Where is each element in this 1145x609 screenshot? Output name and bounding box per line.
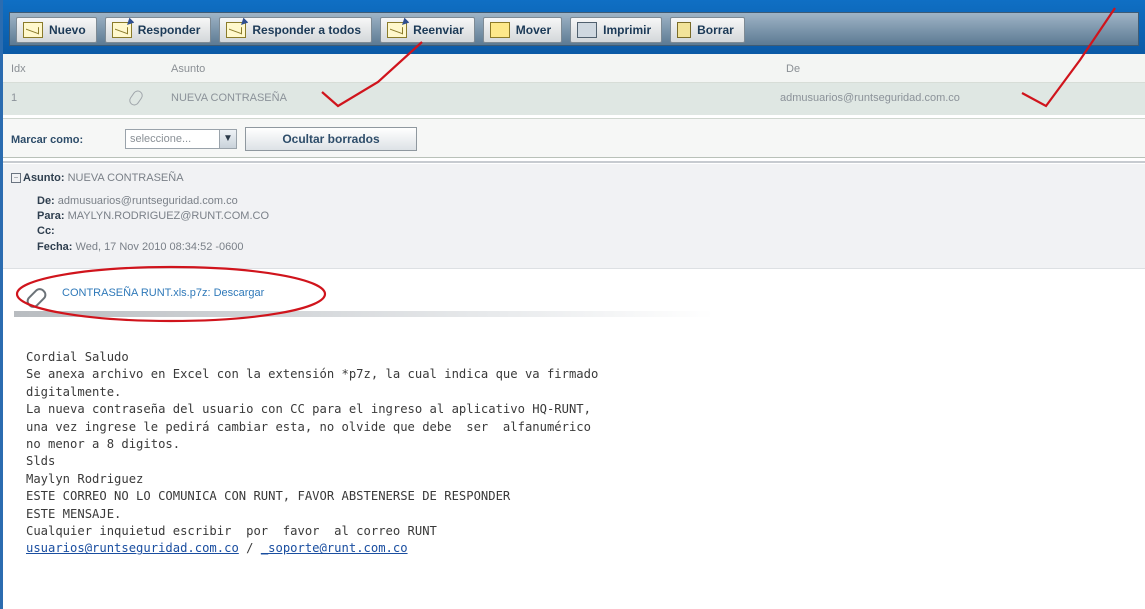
- move-icon: [489, 22, 510, 38]
- to-line: Para: MAYLYN.RODRIGUEZ@RUNT.COM.CO: [37, 210, 270, 222]
- paperclip-icon: [127, 88, 145, 108]
- reply-all-button[interactable]: Responder a todos: [219, 17, 373, 43]
- hide-deleted-button[interactable]: Ocultar borrados: [245, 127, 417, 151]
- from-value: admusuarios@runtseguridad.com.co: [57, 195, 238, 207]
- links-line: usuarios@runtseguridad.com.co / _soporte…: [26, 541, 408, 556]
- body-line: no menor a 8 digitos.: [26, 437, 181, 452]
- print-button[interactable]: Imprimir: [570, 17, 663, 43]
- body-line: Cualquier inquietud escribir por favor a…: [26, 524, 437, 539]
- reply-all-icon: [226, 22, 247, 38]
- collapse-icon[interactable]: −: [11, 173, 21, 184]
- date-line: Fecha: Wed, 17 Nov 2010 08:34:52 -0600: [37, 241, 244, 253]
- delete-button[interactable]: Borrar: [670, 17, 745, 43]
- toolbar: Nuevo Responder Responder a todos Reenvi…: [3, 0, 1145, 54]
- cc-line: Cc:: [37, 225, 55, 237]
- toolbar-buttons: Nuevo Responder Responder a todos Reenvi…: [9, 12, 1139, 46]
- forward-icon: [387, 22, 408, 38]
- message-header: − Asunto: NUEVA CONTRASEÑA De: admusuario…: [3, 164, 1145, 269]
- row-from: admusuarios@runtseguridad.com.co: [780, 92, 960, 104]
- body-line: ESTE CORREO NO LO COMUNICA CON RUNT, FAV…: [26, 489, 511, 504]
- reply-icon: [111, 22, 132, 38]
- body-line: digitalmente.: [26, 384, 122, 399]
- mark-bar: Marcar como: seleccione... ▼ Ocultar bor…: [3, 118, 1145, 158]
- attachment-name[interactable]: CONTRASEÑA RUNT.xls.p7z:: [62, 287, 211, 299]
- mark-as-label: Marcar como:: [11, 134, 84, 146]
- from-line: De: admusuarios@runtseguridad.com.co: [37, 195, 238, 207]
- new-button[interactable]: Nuevo: [16, 17, 97, 43]
- email-link-usuarios[interactable]: usuarios@runtseguridad.com.co: [26, 541, 239, 555]
- download-link[interactable]: Descargar: [214, 287, 265, 299]
- subject-value: NUEVA CONTRASEÑA: [67, 172, 184, 184]
- row-idx: 1: [11, 92, 18, 104]
- message-body: Cordial Saludo Se anexa archivo en Excel …: [26, 349, 598, 558]
- mark-as-select[interactable]: seleccione... ▼: [125, 129, 237, 149]
- reply-button[interactable]: Responder: [104, 17, 212, 43]
- date-value: Wed, 17 Nov 2010 08:34:52 -0600: [75, 241, 244, 253]
- attachment-divider: [14, 311, 714, 317]
- body-line: Cordial Saludo: [26, 350, 129, 364]
- chevron-down-icon[interactable]: ▼: [219, 130, 236, 148]
- body-line: Maylyn Rodriguez: [26, 471, 144, 486]
- body-line: ESTE MENSAJE.: [26, 506, 122, 521]
- forward-button[interactable]: Reenviar: [380, 17, 475, 43]
- attachment: CONTRASEÑA RUNT.xls.p7z: Descargar: [62, 287, 264, 299]
- email-link-soporte[interactable]: _soporte@runt.com.co: [261, 541, 408, 555]
- body-line: Slds: [26, 454, 56, 469]
- body-line: La nueva contraseña del usuario con CC p…: [26, 402, 591, 417]
- divider: [3, 161, 1145, 163]
- trash-icon: [677, 22, 692, 38]
- body-line: una vez ingrese le pedirá cambiar esta, …: [26, 419, 591, 434]
- move-button[interactable]: Mover: [482, 17, 563, 43]
- column-subject[interactable]: Asunto: [171, 63, 205, 75]
- message-list-header: Idx Asunto De: [3, 54, 1145, 83]
- message-row[interactable]: 1 NUEVA CONTRASEÑA admusuarios@runtsegur…: [3, 83, 1145, 115]
- column-idx[interactable]: Idx: [11, 63, 26, 75]
- row-subject: NUEVA CONTRASEÑA: [171, 92, 287, 104]
- to-value: MAYLYN.RODRIGUEZ@RUNT.COM.CO: [67, 210, 270, 222]
- column-from[interactable]: De: [786, 63, 800, 75]
- print-icon: [577, 22, 598, 38]
- envelope-icon: [23, 22, 43, 38]
- body-line: Se anexa archivo en Excel con la extensi…: [26, 367, 599, 382]
- subject-line: − Asunto: NUEVA CONTRASEÑA: [11, 172, 184, 184]
